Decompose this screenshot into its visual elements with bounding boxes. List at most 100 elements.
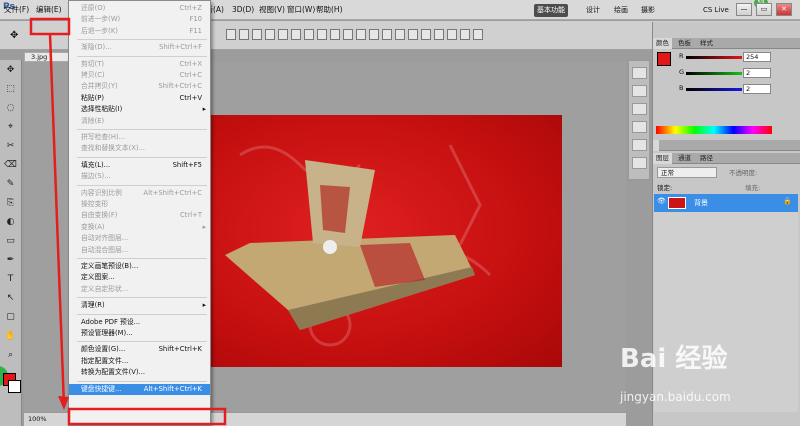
dock-panel-icon[interactable] bbox=[632, 121, 647, 133]
panel-tab-adjust-1[interactable] bbox=[675, 140, 681, 151]
align-option-icon[interactable] bbox=[460, 29, 470, 40]
tool-icon[interactable]: ⌕ bbox=[3, 349, 18, 362]
workspace-button-1[interactable]: 设计 bbox=[583, 4, 603, 17]
tool-icon[interactable]: ✎ bbox=[3, 178, 18, 191]
edit-menu-item[interactable]: 粘贴(P) Ctrl+V bbox=[69, 93, 210, 104]
align-option-icon[interactable] bbox=[239, 29, 249, 40]
edit-menu-item[interactable]: 转换为配置文件(V)... bbox=[69, 367, 210, 378]
dock-panel-icon[interactable] bbox=[632, 67, 647, 79]
tool-icon[interactable]: ▭ bbox=[3, 235, 18, 248]
dock-panel-icon[interactable] bbox=[632, 157, 647, 169]
menu-item-8[interactable]: 视图(V) bbox=[259, 3, 285, 17]
menu-item-7[interactable]: 3D(D) bbox=[232, 3, 254, 17]
channel-value-input[interactable]: 2 bbox=[743, 84, 771, 94]
dock-panel-icon[interactable] bbox=[632, 103, 647, 115]
channel-slider[interactable] bbox=[686, 56, 742, 59]
color-spectrum[interactable] bbox=[656, 126, 772, 134]
workspace-button-0[interactable]: 基本功能 bbox=[534, 4, 568, 17]
align-option-icon[interactable] bbox=[382, 29, 392, 40]
align-option-icon[interactable] bbox=[473, 29, 483, 40]
align-option-icon[interactable] bbox=[343, 29, 353, 40]
edit-menu-item[interactable]: 键盘快捷键... Alt+Shift+Ctrl+K bbox=[69, 383, 210, 395]
menu-item-10[interactable]: 帮助(H) bbox=[316, 3, 343, 17]
edit-menu-item[interactable]: 预设管理器(M)... bbox=[69, 328, 210, 339]
edit-menu-item[interactable]: 剪切(T) Ctrl+X bbox=[69, 59, 210, 70]
edit-menu-item[interactable]: 操控变形 bbox=[69, 199, 210, 210]
edit-menu-item[interactable]: 填充(L)... Shift+F5 bbox=[69, 160, 210, 171]
eye-icon[interactable]: 👁 bbox=[657, 197, 666, 205]
minimize-button[interactable]: — bbox=[736, 3, 752, 16]
restore-button[interactable]: ▭ bbox=[756, 3, 772, 16]
close-button[interactable]: ✕ bbox=[776, 3, 792, 16]
tool-icon[interactable]: ✂ bbox=[3, 140, 18, 153]
align-option-icon[interactable] bbox=[395, 29, 405, 40]
panel-tab-color_panel-1[interactable]: 色板 bbox=[675, 38, 694, 49]
blend-mode-select[interactable]: 正常 bbox=[657, 167, 717, 178]
dock-panel-icon[interactable] bbox=[632, 85, 647, 97]
channel-value-input[interactable]: 2 bbox=[743, 68, 771, 78]
edit-menu-item[interactable]: 前进一步(W) F10 bbox=[69, 14, 210, 25]
edit-menu-item[interactable]: 颜色设置(G)... Shift+Ctrl+K bbox=[69, 344, 210, 355]
tool-icon[interactable]: ◌ bbox=[3, 102, 18, 115]
align-option-icon[interactable] bbox=[356, 29, 366, 40]
menu-item-9[interactable]: 窗口(W) bbox=[287, 3, 315, 17]
edit-menu-item[interactable]: 自动对齐图层... bbox=[69, 233, 210, 244]
align-option-icon[interactable] bbox=[369, 29, 379, 40]
tool-icon[interactable]: ✥ bbox=[3, 64, 18, 77]
workspace-button-3[interactable]: 摄影 bbox=[638, 4, 658, 17]
cs-live-button[interactable]: CS Live bbox=[700, 4, 732, 17]
align-option-icon[interactable] bbox=[291, 29, 301, 40]
edit-menu-item[interactable]: 后退一步(K) F11 bbox=[69, 26, 210, 37]
tool-icon[interactable]: ⌖ bbox=[3, 121, 18, 134]
tool-icon[interactable]: ✋ bbox=[3, 330, 18, 343]
edit-menu-item[interactable]: 拼写检查(H)... bbox=[69, 132, 210, 143]
edit-menu-item[interactable]: 清除(E) bbox=[69, 116, 210, 127]
tool-icon[interactable]: ▢ bbox=[3, 311, 18, 324]
panel-tab-color_panel-2[interactable]: 样式 bbox=[697, 38, 716, 49]
edit-menu-item[interactable]: 清理(R) ▸ bbox=[69, 300, 210, 311]
edit-menu-item[interactable]: 变换(A) ▸ bbox=[69, 222, 210, 233]
edit-menu-item[interactable]: 渐隐(D)... Shift+Ctrl+F bbox=[69, 42, 210, 53]
panel-tab-layers_panel-0[interactable]: 图层 bbox=[653, 153, 672, 164]
channel-slider[interactable] bbox=[686, 72, 742, 75]
edit-menu-item[interactable]: 查找和替换文本(X)... bbox=[69, 143, 210, 154]
align-option-icon[interactable] bbox=[252, 29, 262, 40]
align-option-icon[interactable] bbox=[434, 29, 444, 40]
panel-tab-layers_panel-1[interactable]: 通道 bbox=[675, 153, 694, 164]
panel-tab-adjust-0[interactable] bbox=[653, 140, 659, 151]
panel-foreground-swatch[interactable] bbox=[657, 52, 671, 66]
tool-icon[interactable]: ◐ bbox=[3, 216, 18, 229]
dock-panel-icon[interactable] bbox=[632, 139, 647, 151]
channel-value-input[interactable]: 254 bbox=[743, 52, 771, 62]
tool-icon[interactable]: T bbox=[3, 273, 18, 286]
edit-menu-item[interactable]: 指定配置文件... bbox=[69, 356, 210, 367]
tool-icon[interactable]: ⎘ bbox=[3, 197, 18, 210]
workspace-button-2[interactable]: 绘画 bbox=[611, 4, 631, 17]
edit-menu-item[interactable]: 定义画笔预设(B)... bbox=[69, 261, 210, 272]
edit-menu-item[interactable]: 合并拷贝(Y) Shift+Ctrl+C bbox=[69, 81, 210, 92]
move-tool-icon[interactable]: ✥ bbox=[10, 30, 18, 41]
menu-item-0[interactable]: 文件(F) bbox=[4, 3, 29, 17]
channel-slider[interactable] bbox=[686, 88, 742, 91]
align-option-icon[interactable] bbox=[330, 29, 340, 40]
background-color-swatch[interactable] bbox=[8, 380, 21, 393]
align-option-icon[interactable] bbox=[265, 29, 275, 40]
edit-menu-item[interactable]: 拷贝(C) Ctrl+C bbox=[69, 70, 210, 81]
align-option-icon[interactable] bbox=[226, 29, 236, 40]
panel-tab-color_panel-0[interactable]: 颜色 bbox=[653, 38, 672, 49]
edit-menu-item[interactable]: 自动混合图层... bbox=[69, 245, 210, 256]
tool-icon[interactable]: ✒ bbox=[3, 254, 18, 267]
tool-icon[interactable]: ⬚ bbox=[3, 83, 18, 96]
menu-item-1[interactable]: 编辑(E) bbox=[36, 3, 62, 17]
align-option-icon[interactable] bbox=[317, 29, 327, 40]
edit-menu-item[interactable]: 定义自定形状... bbox=[69, 284, 210, 295]
align-option-icon[interactable] bbox=[421, 29, 431, 40]
zoom-level[interactable]: 100% bbox=[28, 415, 47, 423]
edit-menu-item[interactable]: 描边(S)... bbox=[69, 171, 210, 182]
align-option-icon[interactable] bbox=[278, 29, 288, 40]
panel-tab-layers_panel-2[interactable]: 路径 bbox=[697, 153, 716, 164]
tool-icon[interactable]: ↖ bbox=[3, 292, 18, 305]
align-option-icon[interactable] bbox=[447, 29, 457, 40]
edit-menu-item[interactable]: Adobe PDF 预设... bbox=[69, 317, 210, 328]
edit-menu-item[interactable]: 选择性粘贴(I) ▸ bbox=[69, 104, 210, 115]
